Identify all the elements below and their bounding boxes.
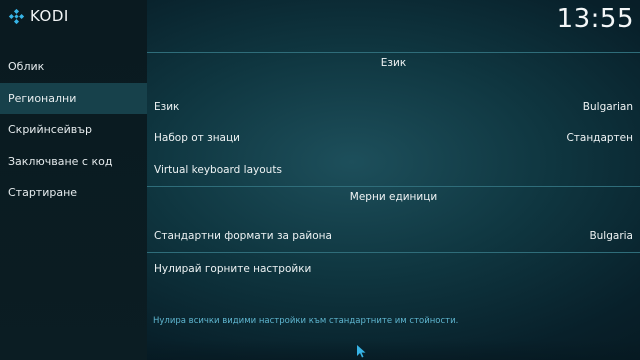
kodi-logo: KODI	[8, 7, 69, 25]
sidebar-item-regional[interactable]: Регионални	[0, 82, 147, 114]
clock: 13:55	[556, 4, 634, 34]
sidebar-item-startup[interactable]: Стартиране	[0, 177, 147, 209]
setting-row-reset[interactable]: Нулирай горните настройки	[147, 253, 640, 285]
setting-label: Стандартни формати за района	[154, 230, 332, 243]
help-text: Нулира всички видими настройки към станд…	[153, 316, 459, 326]
setting-row-charset[interactable]: Набор от знаци Стандартен	[147, 123, 640, 155]
settings-list: Език Език Bulgarian Набор от знаци Станд…	[147, 53, 640, 285]
setting-value: Bulgarian	[582, 100, 633, 113]
setting-row-region-formats[interactable]: Стандартни формати за района Bulgaria	[147, 221, 640, 253]
footer-shade	[147, 340, 640, 360]
setting-value: Стандартен	[566, 132, 633, 145]
mouse-pointer-icon	[357, 345, 366, 358]
group-header-units: Мерни единици	[349, 190, 438, 203]
sidebar-item-screensaver[interactable]: Скрийнсейвър	[0, 114, 147, 146]
setting-label: Набор от знаци	[154, 132, 240, 145]
kodi-logo-icon	[8, 8, 25, 24]
app-name: KODI	[30, 7, 69, 25]
category-menu: Облик Регионални Скрийнсейвър Заключване…	[0, 51, 147, 209]
sidebar: KODI Облик Регионални Скрийнсейвър Заклю…	[0, 0, 147, 360]
group-header-language: Език	[380, 57, 407, 69]
setting-row-language[interactable]: Език Bulgarian	[147, 91, 640, 123]
setting-label: Език	[154, 100, 180, 113]
sidebar-item-master-lock[interactable]: Заключване с код	[0, 146, 147, 178]
setting-label: Virtual keyboard layouts	[154, 163, 282, 176]
setting-label: Нулирай горните настройки	[154, 262, 312, 275]
sidebar-item-appearance[interactable]: Облик	[0, 51, 147, 83]
setting-row-keyboard-layouts[interactable]: Virtual keyboard layouts	[147, 154, 640, 186]
setting-value: Bulgaria	[589, 230, 633, 243]
